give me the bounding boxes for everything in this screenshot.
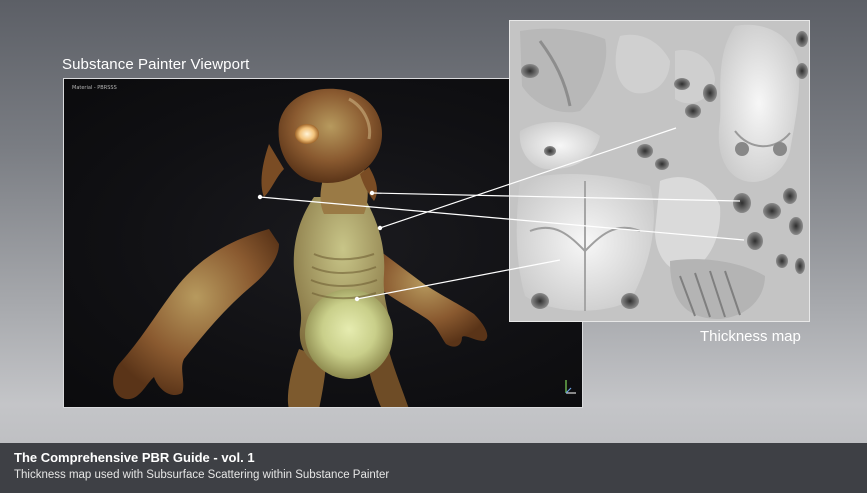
footer-subtitle: Thickness map used with Subsurface Scatt… xyxy=(14,469,390,481)
axis-gizmo-icon xyxy=(565,380,576,394)
footer-bar: The Comprehensive PBR Guide - vol. 1 Thi… xyxy=(0,443,867,493)
viewport-title: Substance Painter Viewport xyxy=(62,56,250,73)
substance-painter-viewport[interactable]: Material - PBRSSS xyxy=(63,78,583,408)
material-label: Material - PBRSSS xyxy=(72,85,117,91)
footer-title: The Comprehensive PBR Guide - vol. 1 xyxy=(14,450,255,465)
thickness-map-texture xyxy=(510,21,809,321)
creature-render xyxy=(113,88,488,407)
thickness-map-image[interactable] xyxy=(509,20,810,322)
thickness-map-label: Thickness map xyxy=(700,328,801,345)
